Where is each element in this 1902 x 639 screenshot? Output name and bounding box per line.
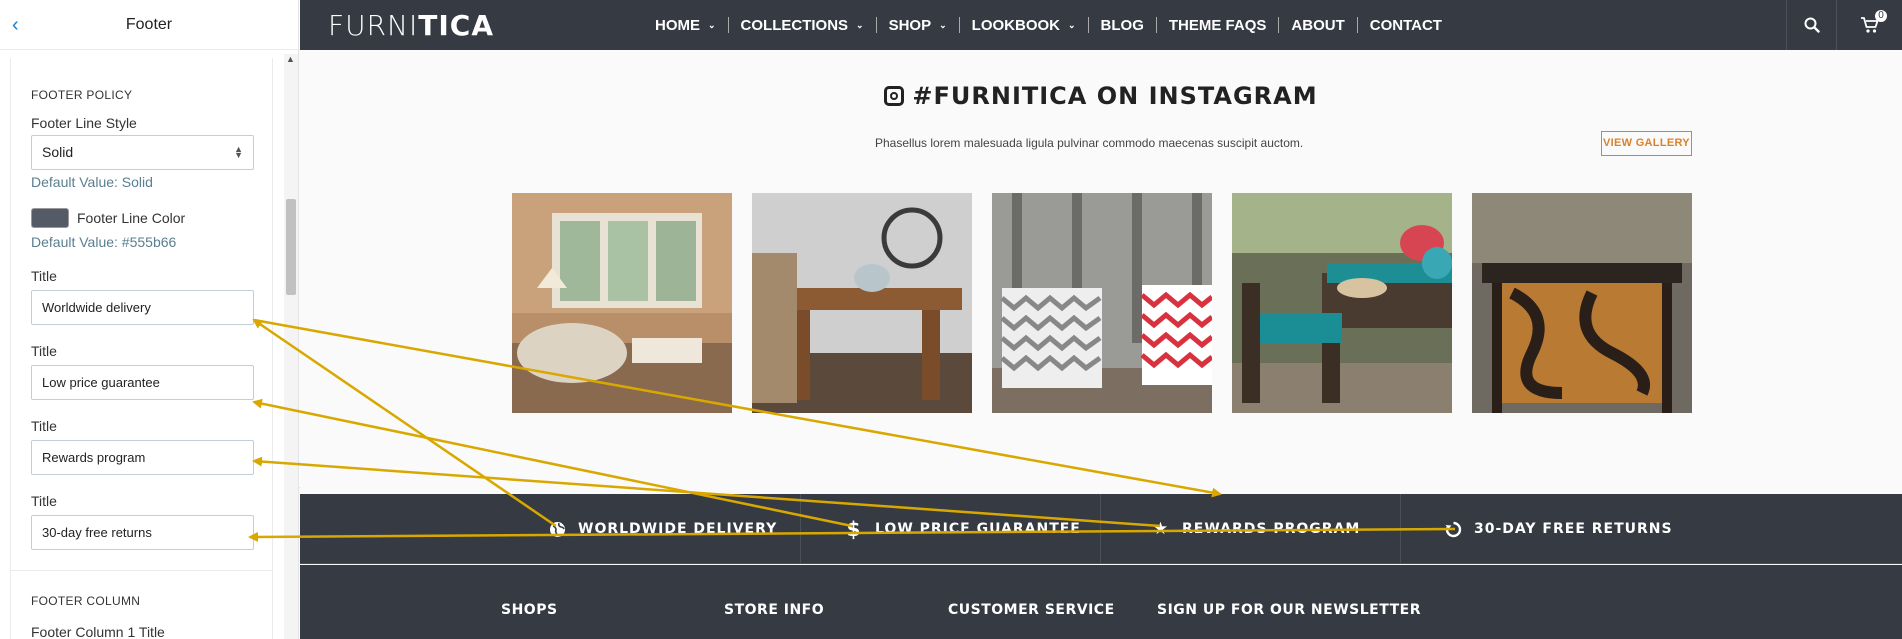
dining-table-photo[interactable] (752, 193, 972, 413)
title-input-30-day-free-returns[interactable] (31, 515, 254, 550)
title-input-worldwide-delivery[interactable] (31, 290, 254, 325)
feature-label: 30-DAY FREE RETURNS (1474, 521, 1673, 537)
footer-columns: SHOPS STORE INFO CUSTOMER SERVICE SIGN U… (300, 565, 1902, 639)
footer-line-style-select[interactable]: Solid ▲ ▼ (31, 135, 254, 170)
cart-button[interactable]: 0 (1836, 0, 1902, 50)
section-divider (11, 570, 272, 571)
footer-line-color-label: Footer Line Color (77, 210, 186, 226)
footer-line-style-value: Solid (42, 144, 74, 160)
footer-line-color-default: Default Value: #555b66 (31, 234, 177, 250)
view-gallery-button[interactable]: VIEW GALLERY (1601, 131, 1692, 156)
panel-title: Footer (125, 15, 173, 33)
scrollbar-thumb[interactable] (286, 199, 296, 295)
footer-column-newsletter: SIGN UP FOR OUR NEWSLETTER (1157, 602, 1421, 618)
title-label-1: Title (31, 268, 57, 284)
feature-label: WORLDWIDE DELIVERY (578, 521, 778, 537)
nav-shop[interactable]: SHOP ⌄ (875, 16, 959, 34)
title-input-rewards-program[interactable] (31, 440, 254, 475)
footer-policy-bar: WORLDWIDE DELIVERY $ LOW PRICE GUARANTEE… (300, 494, 1902, 564)
nav-about[interactable]: ABOUT (1278, 16, 1356, 34)
feature-separator (800, 494, 801, 564)
instagram-title-text: #FURNITICA ON INSTAGRAM (912, 82, 1318, 110)
nav-label: LOOKBOOK (971, 16, 1060, 34)
chevron-down-icon: ⌄ (1068, 19, 1076, 30)
chevron-down-icon: ⌄ (939, 19, 947, 30)
scroll-up-arrow-icon[interactable]: ▲ (286, 54, 295, 64)
footer-column-heading: FOOTER COLUMN (31, 594, 141, 608)
title-label-2: Title (31, 343, 57, 359)
search-icon (1804, 17, 1820, 33)
select-arrows-icon: ▲ ▼ (234, 144, 243, 160)
footer-line-style-default: Default Value: Solid (31, 174, 153, 190)
nav-label: THEME FAQS (1168, 16, 1267, 34)
footer-line-style-label: Footer Line Style (31, 115, 137, 131)
instagram-subtitle: Phasellus lorem malesuada ligula pulvina… (875, 136, 1304, 150)
footer-column-1-title-label: Footer Column 1 Title (31, 624, 165, 639)
feature-label: REWARDS PROGRAM (1182, 521, 1361, 537)
nav-label: ABOUT (1291, 16, 1345, 34)
footer-column-store-info: STORE INFO (724, 602, 825, 618)
return-icon (1444, 520, 1462, 538)
nav-blog[interactable]: BLOG (1087, 16, 1156, 34)
nav-home[interactable]: HOME ⌄ (643, 16, 728, 34)
store-header: FURNITICA HOME ⌄ COLLECTIONS ⌄ SHOP ⌄ LOOKB… (300, 0, 1902, 50)
logo-text-suffix: TICA (418, 9, 495, 42)
nav-collections[interactable]: COLLECTIONS ⌄ (727, 16, 876, 34)
search-button[interactable] (1786, 0, 1836, 50)
globe-icon (548, 520, 566, 538)
instagram-icon (884, 86, 905, 106)
feature-separator (1400, 494, 1401, 564)
footer-policy-heading: FOOTER POLICY (31, 88, 133, 102)
feature-separator (1100, 494, 1101, 564)
dollar-icon: $ (846, 517, 862, 541)
panel-scrollbar[interactable]: ▲ (284, 54, 298, 639)
nav-contact[interactable]: CONTACT (1356, 16, 1454, 34)
theme-settings-panel: ‹ Footer FOOTER POLICY Footer Line Style… (0, 0, 299, 639)
nav-lookbook[interactable]: LOOKBOOK ⌄ (958, 16, 1088, 34)
settings-scroll-area: FOOTER POLICY Footer Line Style Solid ▲ ▼… (10, 58, 273, 639)
nav-label: BLOG (1100, 16, 1144, 34)
nav-label: COLLECTIONS (740, 16, 849, 34)
nav-label: CONTACT (1369, 16, 1442, 34)
feature-low-price-guarantee: $ LOW PRICE GUARANTEE (845, 494, 1081, 564)
cart-count-badge: 0 (1875, 10, 1887, 22)
chevron-pillows-photo[interactable] (992, 193, 1212, 413)
title-label-4: Title (31, 493, 57, 509)
title-input-low-price-guarantee[interactable] (31, 365, 254, 400)
footer-line-color-swatch[interactable] (31, 208, 69, 228)
title-label-3: Title (31, 418, 57, 434)
star-icon: ★ (1152, 519, 1170, 539)
nav-label: SHOP (888, 16, 932, 34)
feature-rewards-program: ★ REWARDS PROGRAM (1152, 494, 1360, 564)
feature-worldwide-delivery: WORLDWIDE DELIVERY (548, 494, 777, 564)
chevron-down-icon: ⌄ (856, 19, 864, 30)
footer-column-customer-service: CUSTOMER SERVICE (948, 602, 1115, 618)
main-nav: HOME ⌄ COLLECTIONS ⌄ SHOP ⌄ LOOKBOOK ⌄ BLOG … (643, 0, 1454, 50)
feature-label: LOW PRICE GUARANTEE (875, 521, 1081, 537)
store-preview: FURNITICA HOME ⌄ COLLECTIONS ⌄ SHOP ⌄ LOOKB… (300, 0, 1902, 639)
chevron-down-icon: ⌄ (708, 19, 716, 30)
footer-column-shops: SHOPS (501, 602, 558, 618)
patio-furniture-photo[interactable] (1232, 193, 1452, 413)
nav-label: HOME (655, 16, 700, 34)
panel-header: ‹ Footer (0, 0, 298, 50)
nav-theme-faqs[interactable]: THEME FAQS (1155, 16, 1279, 34)
wood-table-photo[interactable] (1472, 193, 1692, 413)
instagram-heading: #FURNITICA ON INSTAGRAM (300, 82, 1902, 110)
back-chevron-icon[interactable]: ‹ (12, 14, 34, 36)
logo-text-prefix: FURNI (328, 9, 419, 42)
living-room-photo[interactable] (512, 193, 732, 413)
feature-30-day-free-returns: 30-DAY FREE RETURNS (1444, 494, 1673, 564)
store-logo[interactable]: FURNITICA (328, 9, 494, 42)
